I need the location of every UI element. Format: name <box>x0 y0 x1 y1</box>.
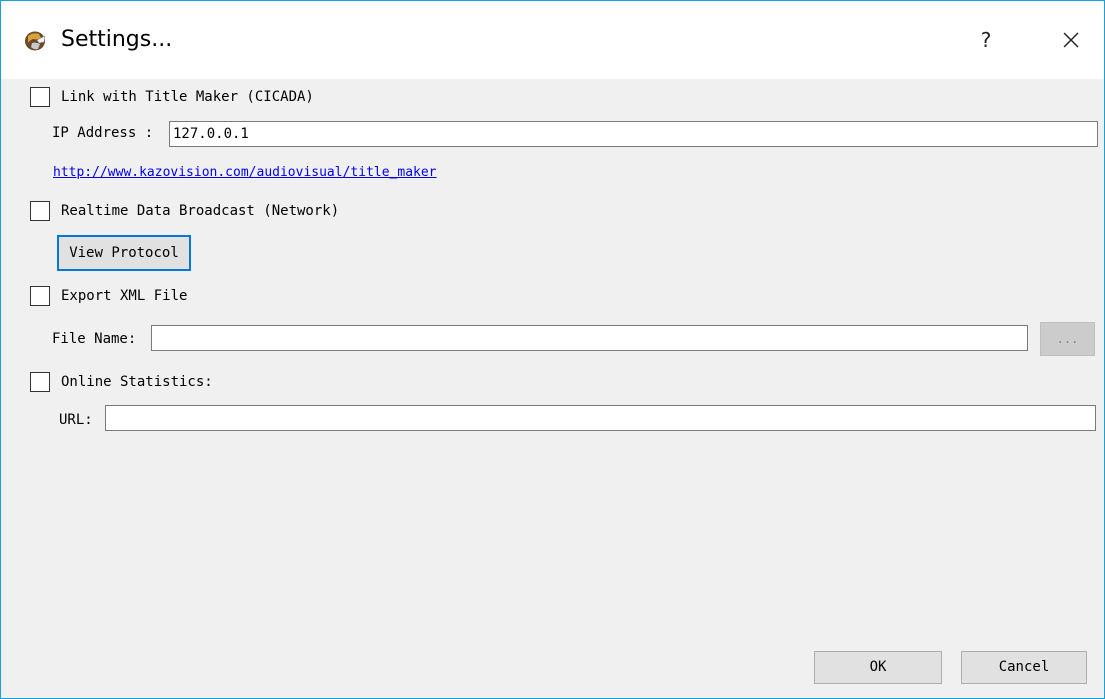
url-field[interactable] <box>105 405 1096 431</box>
close-icon[interactable] <box>1056 25 1086 55</box>
title-maker-link[interactable]: http://www.kazovision.com/audiovisual/ti… <box>53 165 437 180</box>
export-xml-label: Export XML File <box>61 288 188 304</box>
app-globe-icon <box>25 31 46 51</box>
settings-dialog: Settings... ? Link with Title Maker (CIC… <box>0 0 1105 699</box>
file-name-label: File Name: <box>52 331 137 347</box>
ok-button[interactable]: OK <box>814 651 942 684</box>
link-title-maker-label: Link with Title Maker (CICADA) <box>61 89 314 105</box>
realtime-broadcast-checkbox[interactable] <box>30 201 50 221</box>
cancel-button[interactable]: Cancel <box>961 651 1087 684</box>
link-title-maker-checkbox[interactable] <box>30 87 50 107</box>
export-xml-checkbox[interactable] <box>30 286 50 306</box>
browse-button[interactable]: ... <box>1040 322 1095 356</box>
help-button[interactable]: ? <box>971 25 1001 55</box>
ip-address-field[interactable]: 127.0.0.1 <box>169 121 1098 147</box>
file-name-field[interactable] <box>151 325 1028 351</box>
online-statistics-checkbox[interactable] <box>30 372 50 392</box>
title-bar[interactable]: Settings... ? <box>1 1 1104 79</box>
url-label: URL: <box>59 412 93 428</box>
online-statistics-label: Online Statistics: <box>61 374 213 390</box>
dialog-title: Settings... <box>61 27 173 52</box>
realtime-broadcast-label: Realtime Data Broadcast (Network) <box>61 203 340 219</box>
ip-address-label: IP Address : <box>52 125 154 141</box>
view-protocol-button[interactable]: View Protocol <box>57 235 191 271</box>
